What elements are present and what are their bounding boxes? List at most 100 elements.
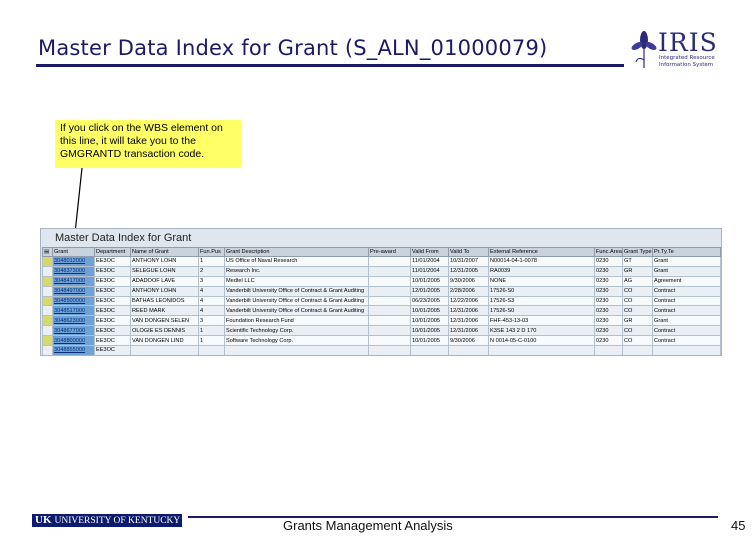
logo-word: IRIS	[658, 28, 718, 57]
table-cell	[368, 295, 411, 307]
table-cell: NONE	[488, 275, 595, 287]
uk-name: UNIVERSITY OF KENTUCKY	[54, 516, 181, 526]
table-cell: 12/31/2006	[448, 315, 489, 327]
table-cell: 10/01/2005	[410, 275, 449, 287]
page-number: 45	[731, 518, 746, 533]
wbs-element-link[interactable]: 3048623000	[52, 315, 95, 327]
table-cell: K3SE 143 2 D 170	[488, 325, 595, 337]
uk-initials: UK	[35, 514, 52, 526]
table-row[interactable]: 3048417000 EE3OC ADADOOF LAVE 3 Medtel LLC 10…	[42, 275, 721, 287]
table-row[interactable]: 3048373000 EE3OC SELEGUE LOHN 2 Research Inc…	[42, 265, 721, 277]
table-cell: GT	[622, 256, 653, 267]
table-cell: EE3OC	[94, 325, 131, 337]
wbs-element-link[interactable]: 3048517000	[52, 305, 95, 317]
table-row[interactable]: 3048677000 EE3OC OLOGIE ES DENNIS 1 Scientif…	[42, 325, 721, 337]
table-cell: 0230	[594, 305, 623, 317]
table-cell: VAN DONGEN SELEN	[130, 315, 199, 327]
table-cell: 10/31/2007	[448, 256, 489, 267]
column-header[interactable]: Pr.Ty.Te	[652, 247, 721, 257]
table-cell: ANTHONY LOHN	[130, 256, 199, 267]
wbs-element-link[interactable]: 3048497000	[52, 285, 95, 297]
table-cell: 0230	[594, 275, 623, 287]
column-header[interactable]: Grant Description	[224, 247, 369, 257]
row-selector[interactable]	[42, 305, 53, 317]
table-cell: FHF-453-13-03	[488, 315, 595, 327]
table-row[interactable]: 3048623000 EE3OC VAN DONGEN SELEN 3 Foundati…	[42, 315, 721, 327]
table-cell: 0230	[594, 256, 623, 267]
table-cell: 0230	[594, 335, 623, 347]
table-cell: Agreement	[652, 275, 721, 287]
table-cell: 10/01/2005	[410, 335, 449, 347]
wbs-element-link[interactable]: 3048373000	[52, 265, 95, 277]
row-selector[interactable]	[42, 295, 53, 307]
table-cell: OLOGIE ES DENNIS	[130, 325, 199, 337]
table-cell: 10/01/2005	[410, 325, 449, 337]
table-cell	[130, 345, 199, 355]
table-row[interactable]: 3048500000 EE3OC BATHAS LEONIDOS 4 Vanderbil…	[42, 295, 721, 307]
table-cell: 2	[198, 265, 225, 277]
table-cell: Grant	[652, 265, 721, 277]
table-row[interactable]: 3048497000 EE3OC ANTHONY LOHN 4 Vanderbilt U…	[42, 285, 721, 297]
table-cell: 3	[198, 275, 225, 287]
table-row[interactable]: 3048800000 EE3OC VAN DONGEN LIND 1 Software …	[42, 335, 721, 347]
wbs-element-link[interactable]: 3048677000	[52, 325, 95, 337]
table-cell: Foundation Research Fund	[224, 315, 369, 327]
row-selector[interactable]	[42, 265, 53, 277]
column-header[interactable]: Fun.Pus	[198, 247, 225, 257]
table-cell: AG	[622, 275, 653, 287]
row-selector[interactable]	[42, 275, 53, 287]
table-row[interactable]: 3048517000 EE3OC REED MARK 4 Vanderbilt Univ…	[42, 305, 721, 317]
logo-subtitle: Integrated Resource Information System	[659, 55, 715, 68]
table-cell: 10/01/2005	[410, 305, 449, 317]
column-header[interactable]: Valid From	[410, 247, 449, 257]
table-cell: 17526-S0	[488, 305, 595, 317]
table-cell: 0230	[594, 325, 623, 337]
table-cell	[368, 325, 411, 337]
wbs-element-link[interactable]: 3048417000	[52, 275, 95, 287]
table-cell: 12/31/2005	[448, 265, 489, 277]
table-cell	[368, 335, 411, 347]
table-cell: 0230	[594, 265, 623, 277]
table-cell: SELEGUE LOHN	[130, 265, 199, 277]
table-cell: 0230	[594, 315, 623, 327]
row-selector[interactable]	[42, 345, 53, 355]
table-cell: RA0039	[488, 265, 595, 277]
column-header[interactable]: Valid To	[448, 247, 489, 257]
table-cell: EE3OC	[94, 265, 131, 277]
table-cell: Scientific Technology Corp.	[224, 325, 369, 337]
row-selector[interactable]	[42, 315, 53, 327]
table-row[interactable]: 3048855000 EE3OC	[42, 345, 721, 355]
column-header[interactable]: Name of Grant	[130, 247, 199, 257]
row-selector[interactable]	[42, 335, 53, 347]
column-header[interactable]: Grant	[52, 247, 95, 257]
table-row[interactable]: 3048012000 EE3OC ANTHONY LOHN 1 US Office of…	[42, 256, 721, 267]
column-header[interactable]: Pre-award	[368, 247, 411, 257]
table-cell: 17526-S0	[488, 285, 595, 297]
table-cell: 0230	[594, 285, 623, 297]
table-cell: 11/01/2004	[410, 265, 449, 277]
table-cell	[368, 275, 411, 287]
wbs-element-link[interactable]: 3048500000	[52, 295, 95, 307]
row-selector[interactable]	[42, 256, 53, 267]
column-header[interactable]: Func.Area	[594, 247, 623, 257]
table-cell: EE3OC	[94, 275, 131, 287]
row-selector[interactable]	[42, 285, 53, 297]
wbs-element-link[interactable]: 3048012000	[52, 256, 95, 267]
column-header[interactable]: Grant Type	[622, 247, 653, 257]
table-cell: 3	[198, 315, 225, 327]
table-cell: ANTHONY LOHN	[130, 285, 199, 297]
row-selector[interactable]	[42, 325, 53, 337]
table-cell	[488, 345, 595, 355]
table-cell: CO	[622, 295, 653, 307]
table-cell: CO	[622, 285, 653, 297]
table-cell: US Office of Naval Research	[224, 256, 369, 267]
column-header[interactable]: External Reference	[488, 247, 595, 257]
table-cell: 1	[198, 325, 225, 337]
wbs-element-link[interactable]: 3048800000	[52, 335, 95, 347]
wbs-element-link[interactable]: 3048855000	[52, 345, 95, 355]
column-header[interactable]: Department	[94, 247, 131, 257]
table-cell: REED MARK	[130, 305, 199, 317]
select-all-header[interactable]: ▤	[42, 247, 53, 257]
table-cell: 17526-S3	[488, 295, 595, 307]
table-cell: BATHAS LEONIDOS	[130, 295, 199, 307]
